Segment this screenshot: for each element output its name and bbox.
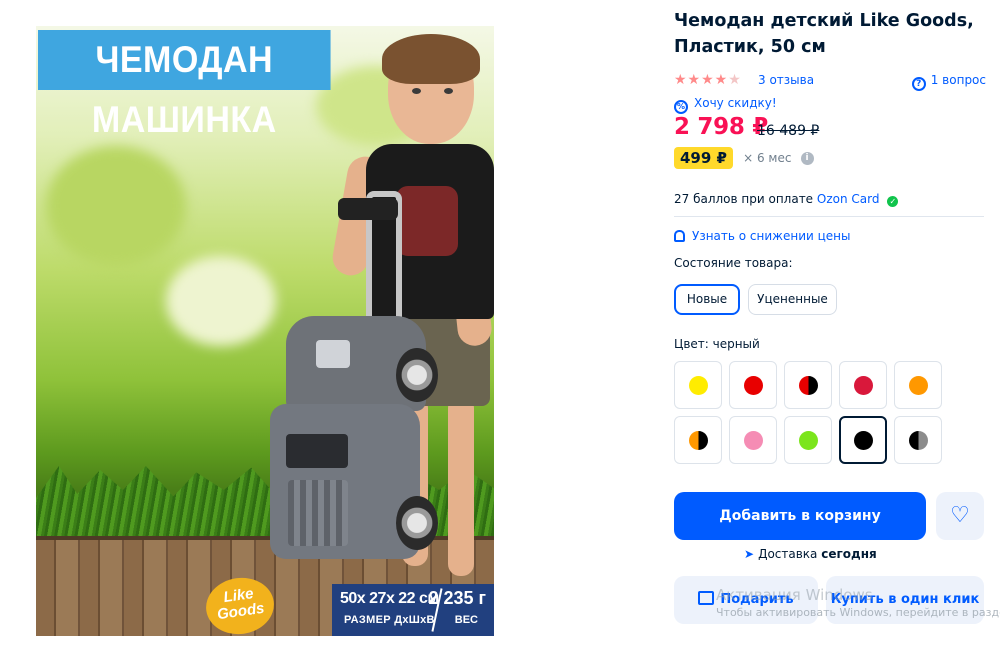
installment-term: × 6 мес — [743, 151, 792, 165]
condition-label: Состояние товара: — [674, 256, 793, 270]
color-dot — [688, 375, 708, 395]
color-dot — [688, 430, 708, 450]
bell-icon — [674, 230, 685, 242]
delivery-when: сегодня — [821, 547, 877, 561]
old-price: 16 489 ₽ — [757, 123, 820, 139]
child-hair — [382, 34, 480, 84]
check-icon: ✓ — [887, 196, 899, 207]
color-swatch-black-gray[interactable] — [894, 416, 942, 464]
bokeh-leaf — [46, 146, 186, 266]
installment-amount: 499 ₽ — [674, 147, 733, 169]
ozon-card-link[interactable]: Ozon Card — [817, 192, 880, 206]
car-window — [316, 340, 350, 368]
condition-new-button[interactable]: Новые — [674, 284, 740, 315]
car-ribs — [288, 480, 348, 546]
dimensions-value: 50x 27x 22 см — [340, 590, 439, 607]
gift-icon — [698, 591, 715, 605]
color-dot — [798, 375, 818, 395]
dimensions-label: РАЗМЕР ДхШхВ — [344, 614, 435, 626]
installment-info[interactable]: 499 ₽ × 6 мес i — [674, 147, 814, 171]
buy-one-click-button[interactable]: Купить в один клик — [826, 576, 984, 624]
card-points: 27 баллов при оплате Ozon Card ✓ — [674, 192, 899, 207]
points-text: 27 баллов при оплате — [674, 192, 814, 206]
color-dot — [743, 375, 763, 395]
bokeh-leaf — [166, 256, 276, 346]
weight-label: ВЕС — [454, 614, 478, 626]
favorite-button[interactable]: ♡ — [936, 492, 984, 540]
dimensions-badge: 50x 27x 22 см 2 235 г РАЗМЕР ДхШхВ ВЕС — [332, 584, 494, 636]
color-swatch-red[interactable] — [729, 361, 777, 409]
star-icon: ★★★★ — [674, 72, 729, 88]
question-icon: ? — [911, 77, 926, 91]
product-title: Чемодан детский Like Goods, Пластик, 50 … — [674, 11, 974, 57]
price-drop-label: Узнать о снижении цены — [692, 229, 851, 243]
color-swatch-pink[interactable] — [729, 416, 777, 464]
rating-stars[interactable]: ★★★★★ — [674, 72, 742, 88]
color-dot — [798, 430, 818, 450]
car-grill — [286, 434, 348, 468]
child-leg — [448, 396, 474, 576]
color-swatch-orange-black[interactable] — [674, 416, 722, 464]
photo-banner: ЧЕМОДАН МАШИНКА — [38, 30, 331, 140]
questions-label: 1 вопрос — [930, 73, 986, 87]
condition-discounted-button[interactable]: Уцененные — [748, 284, 837, 315]
star-half-icon: ★ — [728, 72, 742, 88]
reviews-link[interactable]: 3 отзыва — [758, 73, 814, 87]
divider — [674, 216, 984, 217]
weight-value: 2 235 г — [428, 588, 486, 608]
suitcase-handle-grip — [338, 198, 398, 220]
delivery-label: Доставка — [758, 547, 818, 561]
gift-button[interactable]: Подарить — [674, 576, 818, 624]
wish-discount-label: Хочу скидку! — [694, 96, 777, 110]
heart-icon: ♡ — [950, 503, 970, 528]
current-price: 2 798 ₽ — [674, 114, 768, 140]
color-dot — [908, 430, 928, 450]
color-dot — [908, 375, 928, 395]
color-swatch-red-black[interactable] — [784, 361, 832, 409]
product-photo[interactable]: ЧЕМОДАН МАШИНКА Like Goods 50x 27x 22 см… — [36, 26, 494, 636]
color-dot — [743, 430, 763, 450]
color-label: Цвет: черный — [674, 337, 760, 351]
color-swatch-lime[interactable] — [784, 416, 832, 464]
wish-discount-link[interactable]: % Хочу скидку! — [674, 96, 777, 114]
child-eye — [444, 88, 453, 94]
shirt-print — [396, 186, 458, 256]
color-dot — [853, 375, 873, 395]
color-swatch-black[interactable] — [839, 416, 887, 464]
price-drop-alert-link[interactable]: Узнать о снижении цены — [674, 229, 851, 243]
color-dot — [853, 430, 873, 450]
color-swatch-orange[interactable] — [894, 361, 942, 409]
percent-icon: % — [674, 100, 688, 114]
child-eye — [412, 88, 421, 94]
plane-icon: ➤ — [744, 547, 755, 561]
delivery-info[interactable]: ➤ Доставка сегодня — [744, 547, 877, 561]
car-wheel — [396, 496, 438, 550]
gift-label: Подарить — [720, 592, 794, 607]
add-to-cart-button[interactable]: Добавить в корзину — [674, 492, 926, 540]
questions-link[interactable]: ? 1 вопрос — [911, 73, 986, 91]
rating-row: ★★★★★ 3 отзыва ? 1 вопрос — [674, 72, 986, 91]
info-icon[interactable]: i — [800, 151, 814, 165]
color-swatch-yellow[interactable] — [674, 361, 722, 409]
color-swatch-crimson[interactable] — [839, 361, 887, 409]
car-wheel — [396, 348, 438, 402]
